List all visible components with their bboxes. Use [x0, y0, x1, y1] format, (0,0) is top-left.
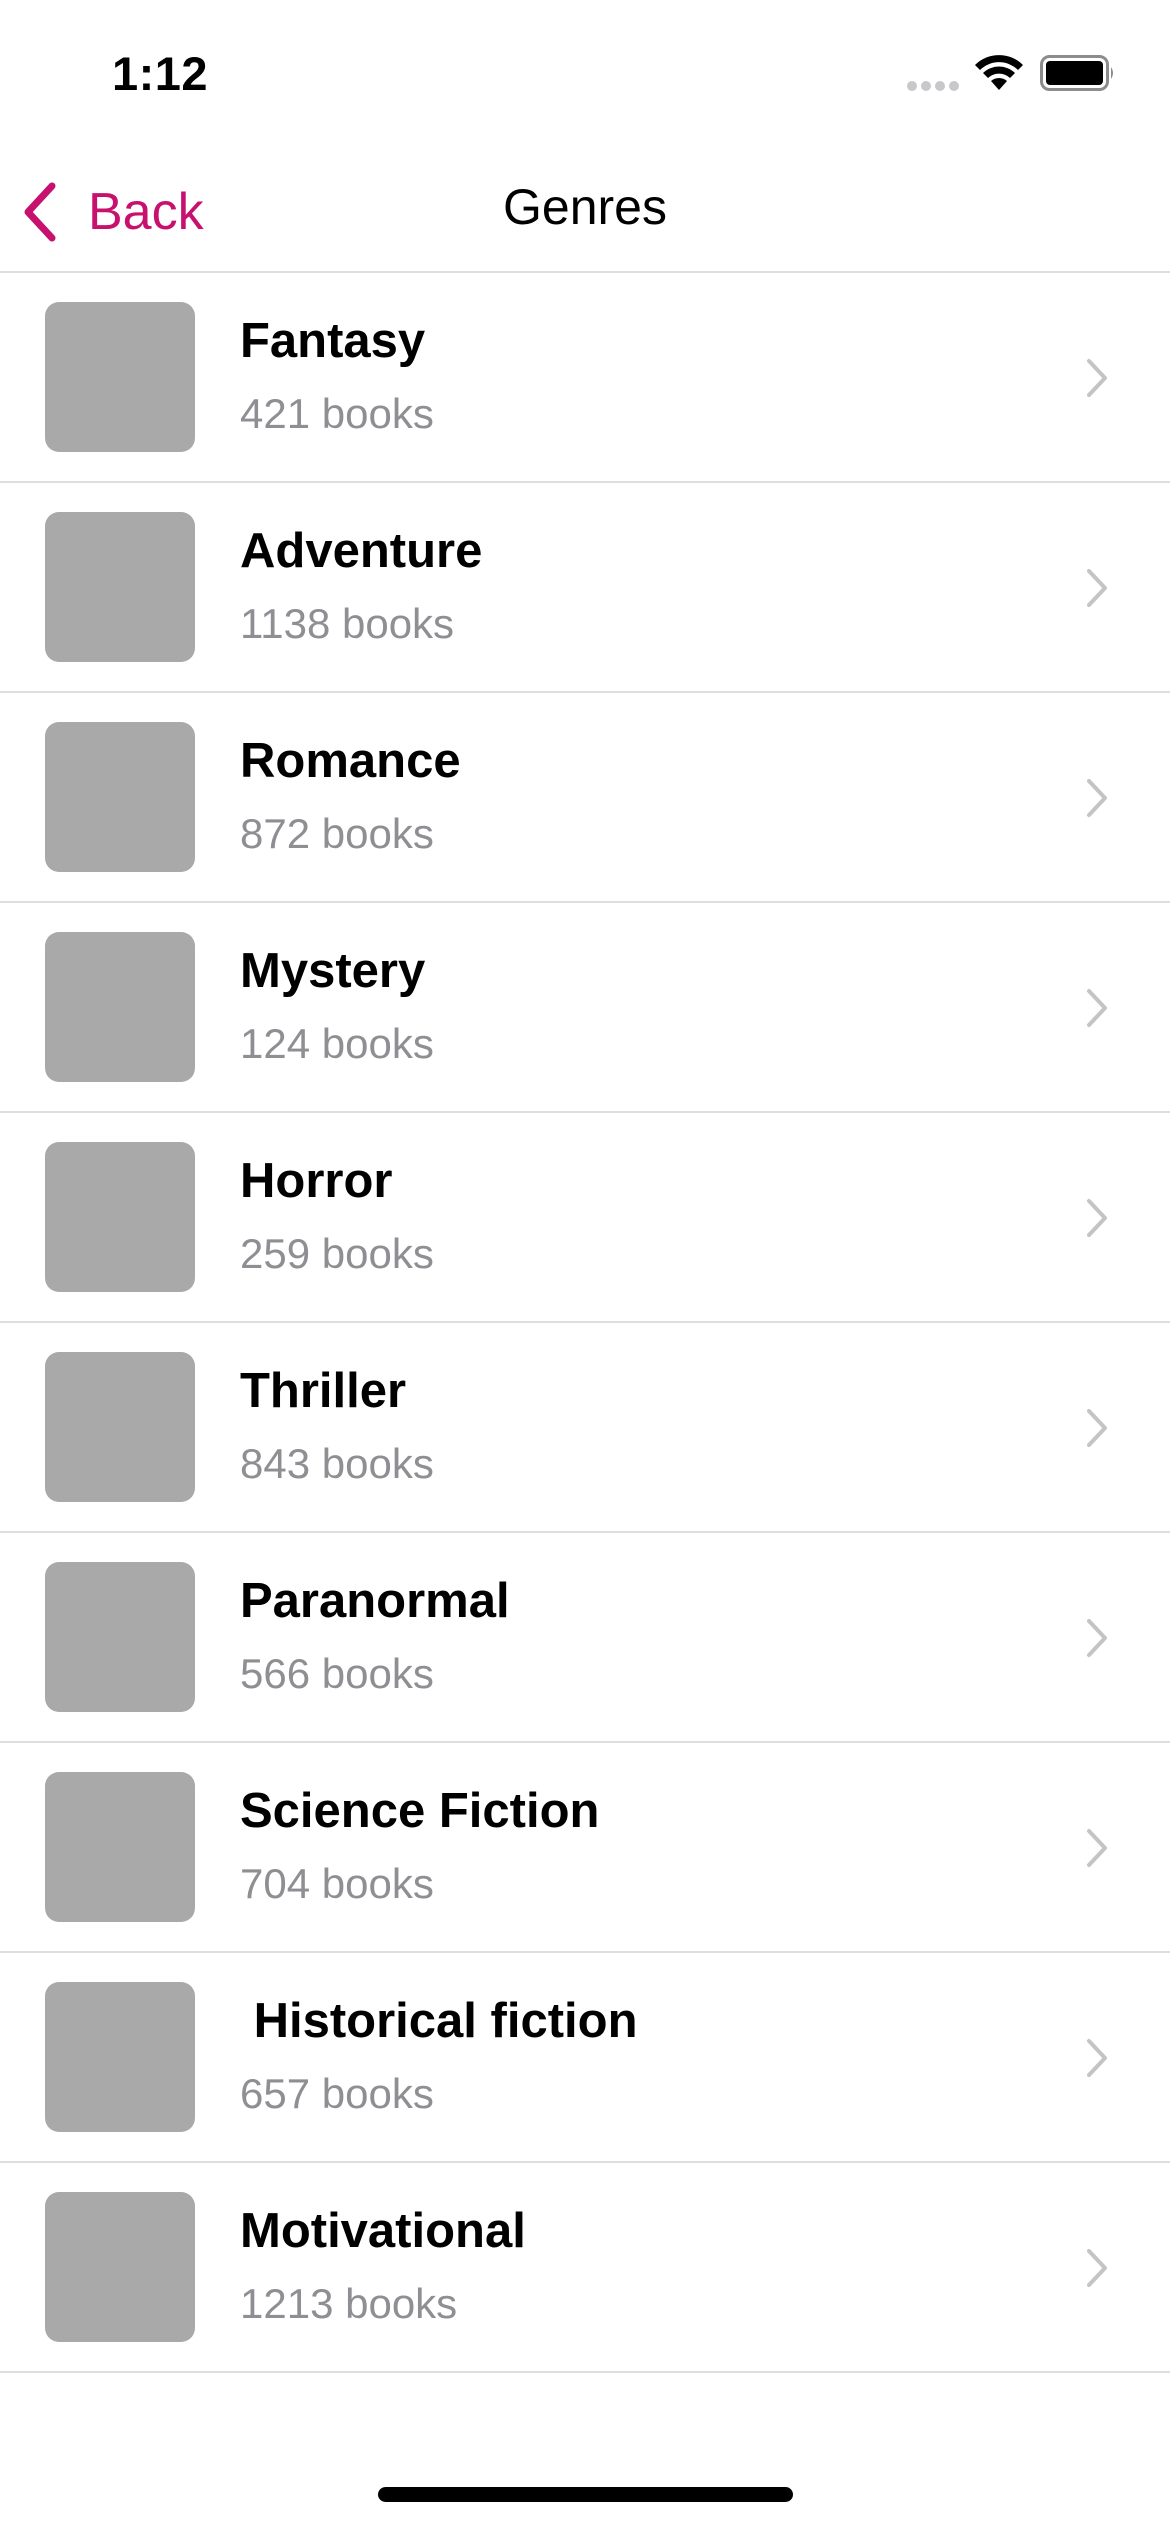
back-label: Back — [88, 183, 204, 241]
status-bar: 1:12 — [0, 0, 1170, 150]
chevron-right-icon — [1087, 1409, 1107, 1447]
genre-book-count: 124 books — [240, 1020, 434, 1067]
navigation-bar: Genres Back — [0, 150, 1170, 273]
genre-book-count: 704 books — [240, 1860, 434, 1907]
genre-thumbnail — [45, 1352, 195, 1502]
genre-name: Adventure — [240, 524, 483, 578]
genre-row-mystery[interactable]: Mystery 124 books — [0, 903, 1170, 1113]
genre-row-adventure[interactable]: Adventure 1138 books — [0, 483, 1170, 693]
genre-name: Horror — [240, 1154, 393, 1208]
genre-thumbnail — [45, 722, 195, 872]
genre-book-count: 1138 books — [240, 600, 455, 647]
genre-row-paranormal[interactable]: Paranormal 566 books — [0, 1533, 1170, 1743]
genre-book-count: 872 books — [240, 810, 434, 857]
genre-name: Fantasy — [240, 314, 426, 368]
genre-name: Motivational — [240, 2204, 526, 2258]
genre-thumbnail — [45, 932, 195, 1082]
chevron-right-icon — [1087, 569, 1107, 607]
genre-thumbnail — [45, 2192, 195, 2342]
wifi-icon — [975, 55, 1023, 90]
genre-name: Romance — [240, 734, 461, 788]
genre-thumbnail — [45, 1142, 195, 1292]
status-time: 1:12 — [112, 47, 209, 100]
chevron-right-icon — [1087, 989, 1107, 1027]
genre-list: Fantasy 421 books Adventure 1138 books R… — [0, 273, 1170, 2373]
genre-book-count: 657 books — [240, 2070, 434, 2117]
genres-screen: 1:12 Genres Back Fantasy 421 books Adven… — [0, 0, 1170, 2532]
genre-name: Science Fiction — [240, 1784, 600, 1838]
genre-row-motivational[interactable]: Motivational 1213 books — [0, 2163, 1170, 2373]
genre-row-fantasy[interactable]: Fantasy 421 books — [0, 273, 1170, 483]
genre-thumbnail — [45, 1772, 195, 1922]
genre-name: Thriller — [240, 1364, 407, 1418]
chevron-right-icon — [1087, 2249, 1107, 2287]
genre-book-count: 1213 books — [240, 2280, 458, 2327]
genre-thumbnail — [45, 302, 195, 452]
chevron-right-icon — [1087, 1829, 1107, 1867]
chevron-left-icon — [24, 182, 56, 242]
genre-thumbnail — [45, 1562, 195, 1712]
genre-name: Mystery — [240, 944, 426, 998]
genre-book-count: 259 books — [240, 1230, 434, 1277]
genre-thumbnail — [45, 512, 195, 662]
chevron-right-icon — [1087, 1199, 1107, 1237]
home-indicator[interactable] — [378, 2487, 793, 2502]
genre-row-horror[interactable]: Horror 259 books — [0, 1113, 1170, 1323]
battery-icon — [1040, 55, 1113, 91]
genre-name: Paranormal — [240, 1574, 510, 1628]
signal-icon — [907, 81, 959, 91]
genre-name: Historical fiction — [240, 1994, 638, 2048]
back-button[interactable]: Back — [20, 172, 204, 252]
genre-thumbnail — [45, 1982, 195, 2132]
genre-row-thriller[interactable]: Thriller 843 books — [0, 1323, 1170, 1533]
chevron-right-icon — [1087, 2039, 1107, 2077]
chevron-right-icon — [1087, 779, 1107, 817]
genre-book-count: 566 books — [240, 1650, 434, 1697]
genre-book-count: 421 books — [240, 390, 434, 437]
genre-row-historical-fiction[interactable]: Historical fiction 657 books — [0, 1953, 1170, 2163]
genre-row-romance[interactable]: Romance 872 books — [0, 693, 1170, 903]
chevron-right-icon — [1087, 1619, 1107, 1657]
genre-row-science-fiction[interactable]: Science Fiction 704 books — [0, 1743, 1170, 1953]
genre-book-count: 843 books — [240, 1440, 434, 1487]
chevron-right-icon — [1087, 359, 1107, 397]
